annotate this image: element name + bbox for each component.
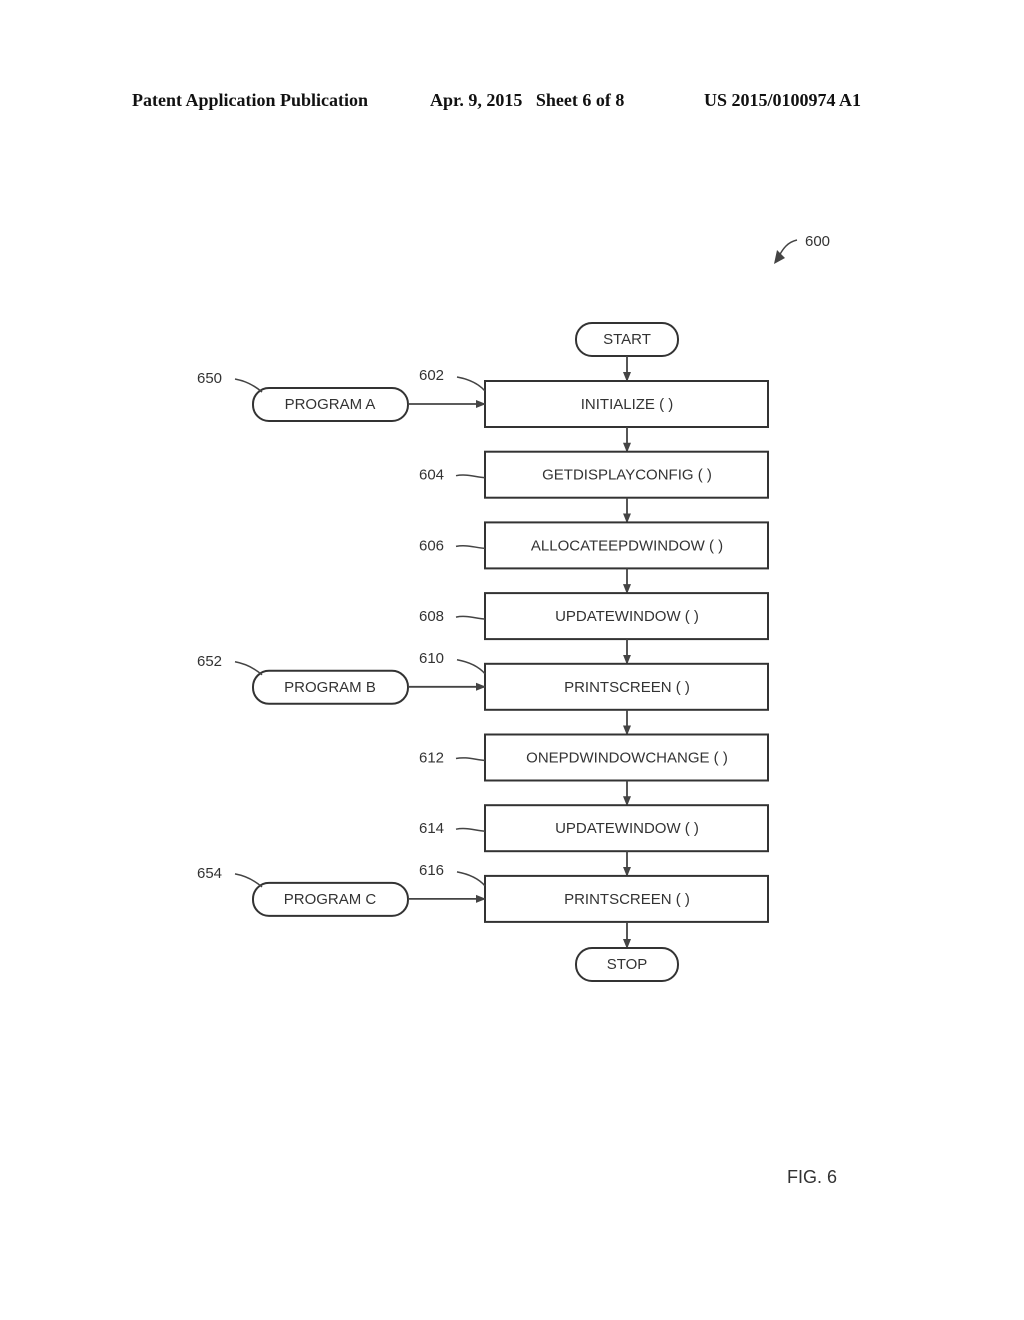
start-terminal: START	[575, 322, 679, 357]
step-ref-leader	[456, 871, 486, 887]
stop-label: STOP	[607, 956, 648, 973]
figure-ref-600: 600	[774, 233, 830, 264]
process-step: ONEPDWINDOWCHANGE ( ) 612	[419, 733, 769, 807]
process-step: INITIALIZE ( ) 602	[419, 367, 769, 453]
step-ref-leader	[455, 827, 486, 832]
program-label: PROGRAM B	[284, 679, 376, 696]
step-ref-leader	[455, 757, 486, 762]
figure-ref-label: 600	[805, 233, 830, 250]
program-ref-leader	[234, 378, 263, 393]
step-ref-label: 608	[419, 608, 444, 625]
step-label: PRINTSCREEN ( )	[564, 891, 690, 908]
process-step: GETDISPLAYCONFIG ( ) 604	[419, 450, 769, 524]
step-ref-label: 616	[419, 862, 444, 879]
flowchart-diagram: 600 START INITIALIZE ( ) 602 GETDISPLAYCON…	[197, 233, 837, 1187]
program-ref-label: 652	[197, 653, 222, 670]
step-ref-label: 606	[419, 537, 444, 554]
process-step: UPDATEWINDOW ( ) 614	[419, 804, 769, 877]
step-ref-label: 602	[419, 367, 444, 384]
figure-ref-arrowhead	[774, 250, 785, 264]
step-ref-leader	[456, 376, 486, 392]
program-ref-leader	[234, 873, 263, 888]
process-step: ALLOCATEEPDWINDOW ( ) 606	[419, 521, 769, 595]
step-ref-label: 614	[419, 820, 444, 837]
step-label: INITIALIZE ( )	[581, 396, 674, 413]
step-label: PRINTSCREEN ( )	[564, 679, 690, 696]
step-label: GETDISPLAYCONFIG ( )	[542, 467, 712, 484]
step-label: UPDATEWINDOW ( )	[555, 820, 699, 837]
step-label: ALLOCATEEPDWINDOW ( )	[531, 537, 723, 554]
figure-caption: FIG. 6	[787, 1167, 837, 1187]
start-label: START	[603, 331, 651, 348]
step-ref-leader	[455, 474, 486, 479]
step-label: ONEPDWINDOWCHANGE ( )	[526, 749, 728, 766]
step-ref-label: 604	[419, 467, 444, 484]
step-ref-leader	[455, 544, 486, 550]
process-step: PRINTSCREEN ( ) 616	[419, 862, 769, 949]
stop-terminal: STOP	[575, 947, 679, 982]
process-step: PRINTSCREEN ( ) 610	[419, 650, 769, 736]
program-label: PROGRAM A	[285, 396, 376, 413]
program-ref-leader	[234, 661, 263, 676]
step-ref-leader	[456, 659, 486, 675]
process-step: UPDATEWINDOW ( ) 608	[419, 592, 769, 665]
program-label: PROGRAM C	[284, 891, 377, 908]
step-ref-label: 612	[419, 750, 444, 767]
step-ref-leader	[455, 615, 486, 620]
program-ref-label: 654	[197, 865, 222, 882]
step-label: UPDATEWINDOW ( )	[555, 608, 699, 625]
step-ref-label: 610	[419, 650, 444, 667]
program-ref-label: 650	[197, 370, 222, 387]
process-steps: INITIALIZE ( ) 602 GETDISPLAYCONFIG ( ) 604…	[419, 356, 769, 949]
